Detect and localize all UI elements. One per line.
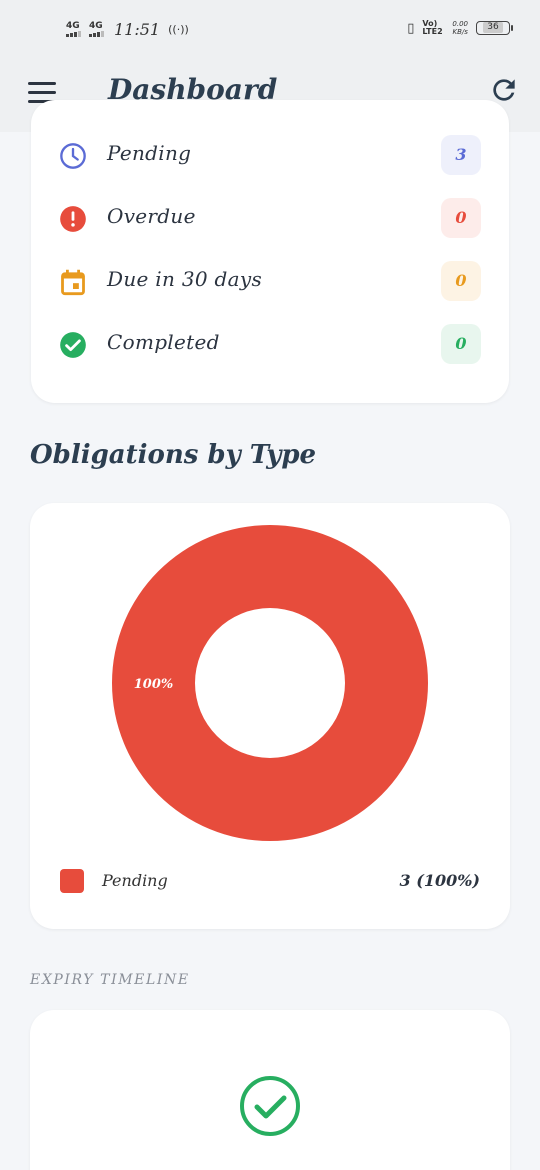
speed-value: 0.00 <box>452 20 468 28</box>
check-circle-icon <box>240 1076 300 1136</box>
legend-label: Pending <box>102 871 168 890</box>
section-title-obligations: Obligations by Type <box>30 440 317 470</box>
alert-icon <box>60 206 86 232</box>
battery-icon: 36 <box>476 21 513 35</box>
network-speed: 0.00 KB/s <box>452 20 468 36</box>
signal-1: 4G <box>66 22 81 37</box>
summary-count-badge: 0 <box>441 324 481 364</box>
network-type-2: 4G <box>89 21 103 31</box>
summary-label: Completed <box>107 330 220 354</box>
timeline-card <box>30 1010 510 1170</box>
volte-indicator: Vo) LTE2 <box>422 19 443 36</box>
network-type-1: 4G <box>66 21 80 31</box>
summary-row-completed[interactable]: Completed 0 <box>31 324 509 364</box>
status-bar: 4G 4G 11:51 ((·)) ▯ Vo) LTE2 0.00 KB/s 3… <box>0 0 540 60</box>
clock-time: 11:51 <box>114 20 161 39</box>
summary-row-pending[interactable]: Pending 3 <box>31 135 509 175</box>
legend-value: 3 (100%) <box>399 871 480 890</box>
summary-card: Pending 3 Overdue 0 Due in 30 days 0 Com… <box>31 100 509 403</box>
summary-row-due-30-days[interactable]: Due in 30 days 0 <box>31 261 509 301</box>
legend-swatch <box>60 869 84 893</box>
signal-2: 4G <box>89 22 104 37</box>
check-circle-icon <box>60 332 86 358</box>
status-bar-right: ▯ Vo) LTE2 0.00 KB/s 36 <box>407 19 513 36</box>
slice-percent-label: 100% <box>134 677 174 692</box>
summary-count-badge: 3 <box>441 135 481 175</box>
obligations-chart-card: 100% Pending 3 (100%) <box>30 503 510 929</box>
timeline-heading: EXPIRY TIMELINE <box>30 972 190 988</box>
hotspot-icon: ((·)) <box>168 23 189 36</box>
summary-row-overdue[interactable]: Overdue 0 <box>31 198 509 238</box>
status-bar-left: 4G 4G 11:51 ((·)) <box>66 20 189 39</box>
speed-unit: KB/s <box>452 28 468 36</box>
summary-label: Overdue <box>107 204 196 228</box>
battery-level: 36 <box>483 22 503 33</box>
clock-icon <box>60 143 86 169</box>
summary-label: Due in 30 days <box>107 267 263 291</box>
summary-count-badge: 0 <box>441 261 481 301</box>
donut-chart: 100% <box>112 525 428 841</box>
summary-count-badge: 0 <box>441 198 481 238</box>
vibrate-icon: ▯ <box>407 20 415 36</box>
summary-label: Pending <box>107 141 192 165</box>
signal-bars-icon <box>66 31 81 37</box>
signal-bars-icon <box>89 31 104 37</box>
calendar-icon <box>61 269 85 296</box>
